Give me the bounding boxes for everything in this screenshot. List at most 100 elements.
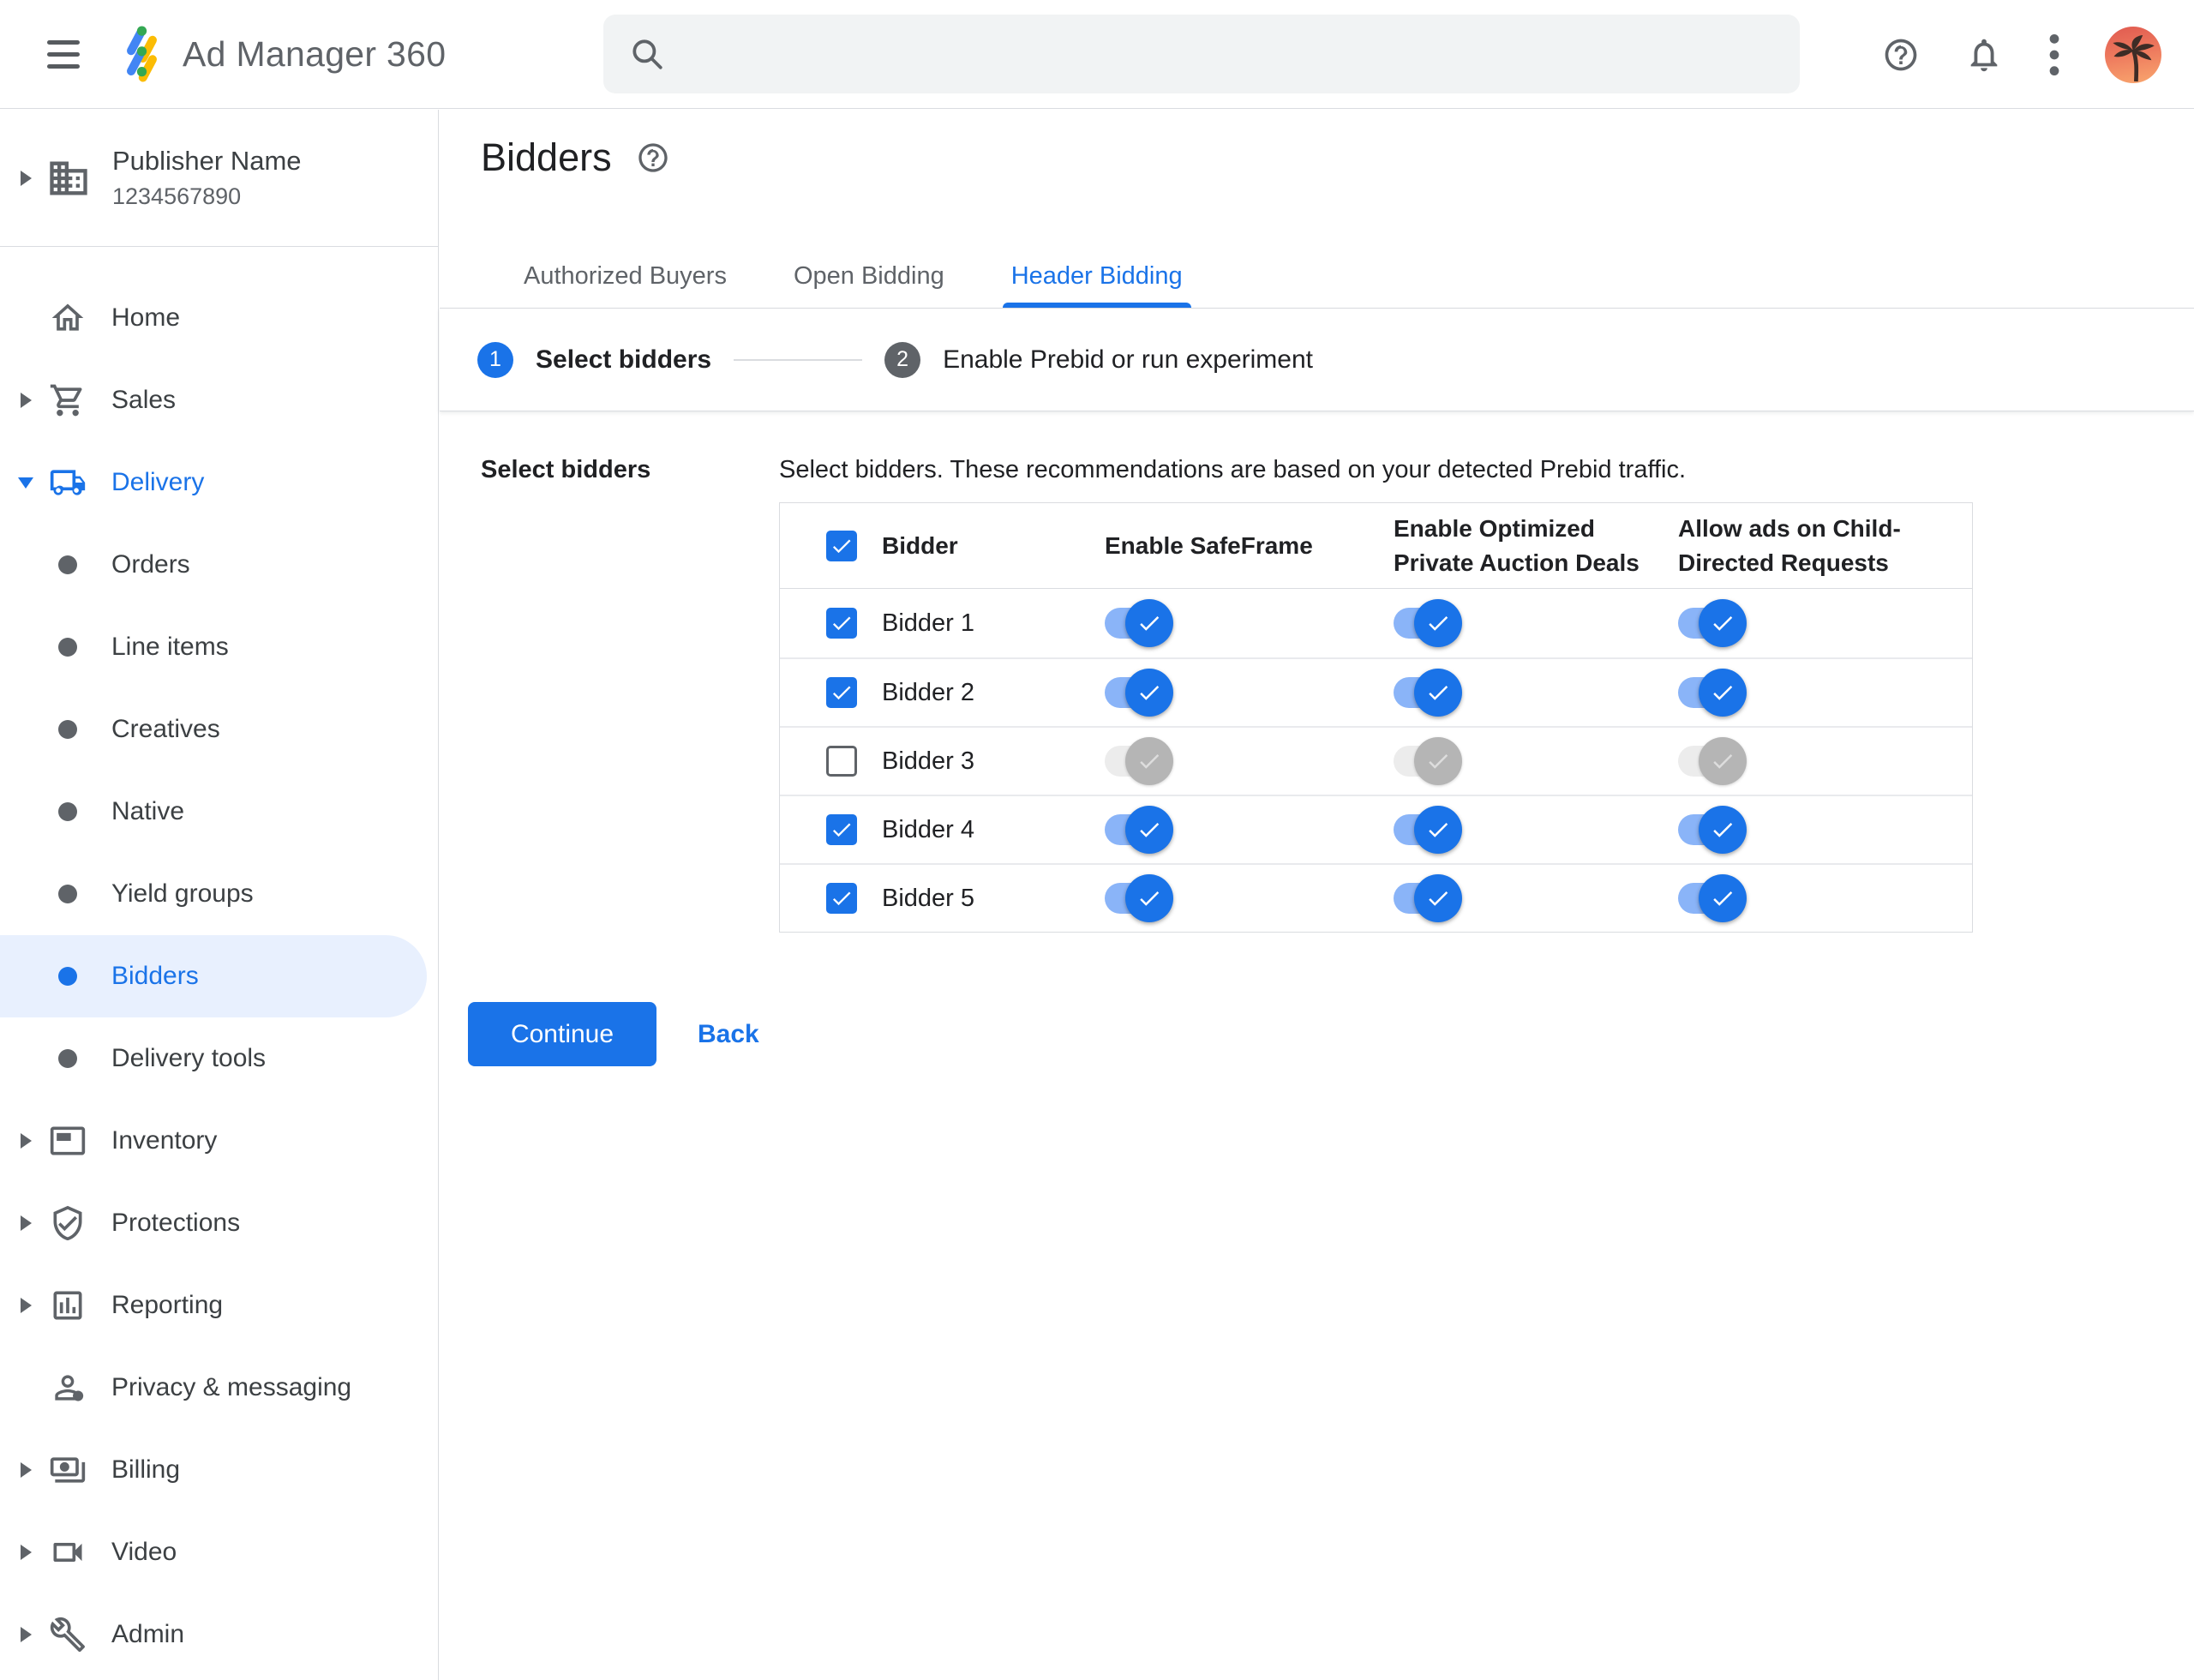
bullet-icon [58,802,77,821]
building-icon [46,156,91,201]
kebab-menu-icon [2049,33,2059,75]
row-checkbox[interactable] [826,746,857,777]
caret-right-icon [20,1298,32,1313]
search-bar[interactable] [603,15,1800,93]
child-directed-toggle[interactable] [1678,874,1747,922]
ad-manager-page: Ad Manager 360 Publisher Name 1234567890… [0,0,2194,1680]
sidebar-item-sales[interactable]: Sales [0,359,427,441]
stepper: 1 Select bidders 2 Enable Prebid or run … [440,309,2194,411]
topbar-actions [1882,0,2161,109]
sidebar-item-bidders[interactable]: Bidders [0,935,427,1017]
table-row: Bidder 4 [780,795,1972,863]
column-header-bidder: Bidder [882,531,958,559]
shield-check-icon [49,1204,87,1242]
person-badge-icon [49,1368,87,1407]
back-link[interactable]: Back [698,1020,759,1049]
main-content: Bidders Authorized Buyers Open Bidding H… [440,110,2194,1680]
sidebar-item-billing[interactable]: Billing [0,1429,427,1511]
table-row: Bidder 5 [780,863,1972,932]
bullet-icon [58,1049,77,1068]
tab-open-bidding[interactable]: Open Bidding [785,245,953,308]
help-button[interactable] [1882,36,1920,74]
child-directed-toggle[interactable] [1678,806,1747,854]
sidebar: Publisher Name 1234567890 Home Sales Del… [0,110,439,1680]
row-checkbox[interactable] [826,883,857,914]
publisher-name: Publisher Name [112,146,302,176]
caret-right-icon [20,1133,32,1149]
page-title: Bidders [481,135,612,179]
truck-icon [49,463,87,502]
safeframe-toggle[interactable] [1105,806,1173,854]
step-select-bidders: 1 Select bidders [477,341,711,378]
caret-right-icon [20,1627,32,1642]
column-header-child-directed: Allow ads on Child-Directed Requests [1678,514,1901,576]
optimized-deals-toggle[interactable] [1394,806,1462,854]
select-all-checkbox[interactable] [826,530,857,561]
sidebar-item-inventory[interactable]: Inventory [0,1100,427,1182]
bidder-name: Bidder 4 [882,815,975,843]
palm-tree-icon [2113,34,2155,81]
optimized-deals-toggle [1394,737,1462,785]
bidder-name: Bidder 5 [882,884,975,912]
wrench-icon [49,1616,87,1653]
sidebar-item-video[interactable]: Video [0,1511,427,1593]
sidebar-item-home[interactable]: Home [0,277,427,359]
sidebar-item-creatives[interactable]: Creatives [0,688,427,771]
bidder-name: Bidder 1 [882,609,975,637]
optimized-deals-toggle[interactable] [1394,669,1462,717]
safeframe-toggle [1105,737,1173,785]
stepper-connector [734,358,863,361]
table-row: Bidder 1 [780,589,1972,657]
caret-right-icon [20,393,32,408]
publisher-id: 1234567890 [112,183,242,209]
publisher-selector[interactable]: Publisher Name 1234567890 [0,110,438,247]
bar-chart-icon [49,1287,87,1324]
sidebar-item-delivery[interactable]: Delivery [0,441,427,524]
hamburger-menu-icon[interactable] [47,39,80,69]
table-row: Bidder 2 [780,657,1972,726]
tab-header-bidding[interactable]: Header Bidding [1002,245,1191,308]
notifications-button[interactable] [1964,35,2004,75]
row-checkbox[interactable] [826,677,857,708]
safeframe-toggle[interactable] [1105,874,1173,922]
sidebar-item-privacy-messaging[interactable]: Privacy & messaging [0,1347,427,1429]
table-row: Bidder 3 [780,726,1972,795]
step-number-badge: 2 [884,341,921,378]
sidebar-item-admin[interactable]: Admin [0,1593,427,1676]
bell-icon [1970,39,1998,71]
caret-right-icon [20,1215,32,1231]
sidebar-item-delivery-tools[interactable]: Delivery tools [0,1017,427,1100]
optimized-deals-toggle[interactable] [1394,599,1462,647]
search-icon [632,39,662,69]
continue-button[interactable]: Continue [468,1002,656,1066]
row-checkbox[interactable] [826,608,857,639]
sidebar-item-native[interactable]: Native [0,771,427,853]
child-directed-toggle[interactable] [1678,599,1747,647]
child-directed-toggle[interactable] [1678,669,1747,717]
bullet-icon [58,555,77,574]
safeframe-toggle[interactable] [1105,599,1173,647]
sidebar-item-line-items[interactable]: Line items [0,606,427,688]
bidder-name: Bidder 2 [882,678,975,706]
section-label: Select bidders [481,456,651,483]
bullet-icon [58,638,77,657]
bullet-icon [58,967,77,986]
help-icon[interactable] [636,141,670,175]
tab-bar: Authorized Buyers Open Bidding Header Bi… [515,245,1241,308]
more-options-button[interactable] [2048,33,2060,77]
search-input[interactable] [665,15,1800,93]
bullet-icon [58,720,77,739]
optimized-deals-toggle[interactable] [1394,874,1462,922]
safeframe-toggle[interactable] [1105,669,1173,717]
description-text: Select bidders. These recommendations ar… [779,456,1687,483]
sidebar-item-protections[interactable]: Protections [0,1182,427,1264]
sidebar-item-reporting[interactable]: Reporting [0,1264,427,1347]
account-avatar[interactable] [2105,26,2161,83]
videocam-icon [49,1533,87,1572]
sidebar-item-yield-groups[interactable]: Yield groups [0,853,427,935]
sidebar-item-orders[interactable]: Orders [0,524,427,606]
payments-icon [49,1450,87,1490]
caret-right-icon [20,1462,32,1478]
tab-authorized-buyers[interactable]: Authorized Buyers [515,245,735,308]
row-checkbox[interactable] [826,814,857,845]
